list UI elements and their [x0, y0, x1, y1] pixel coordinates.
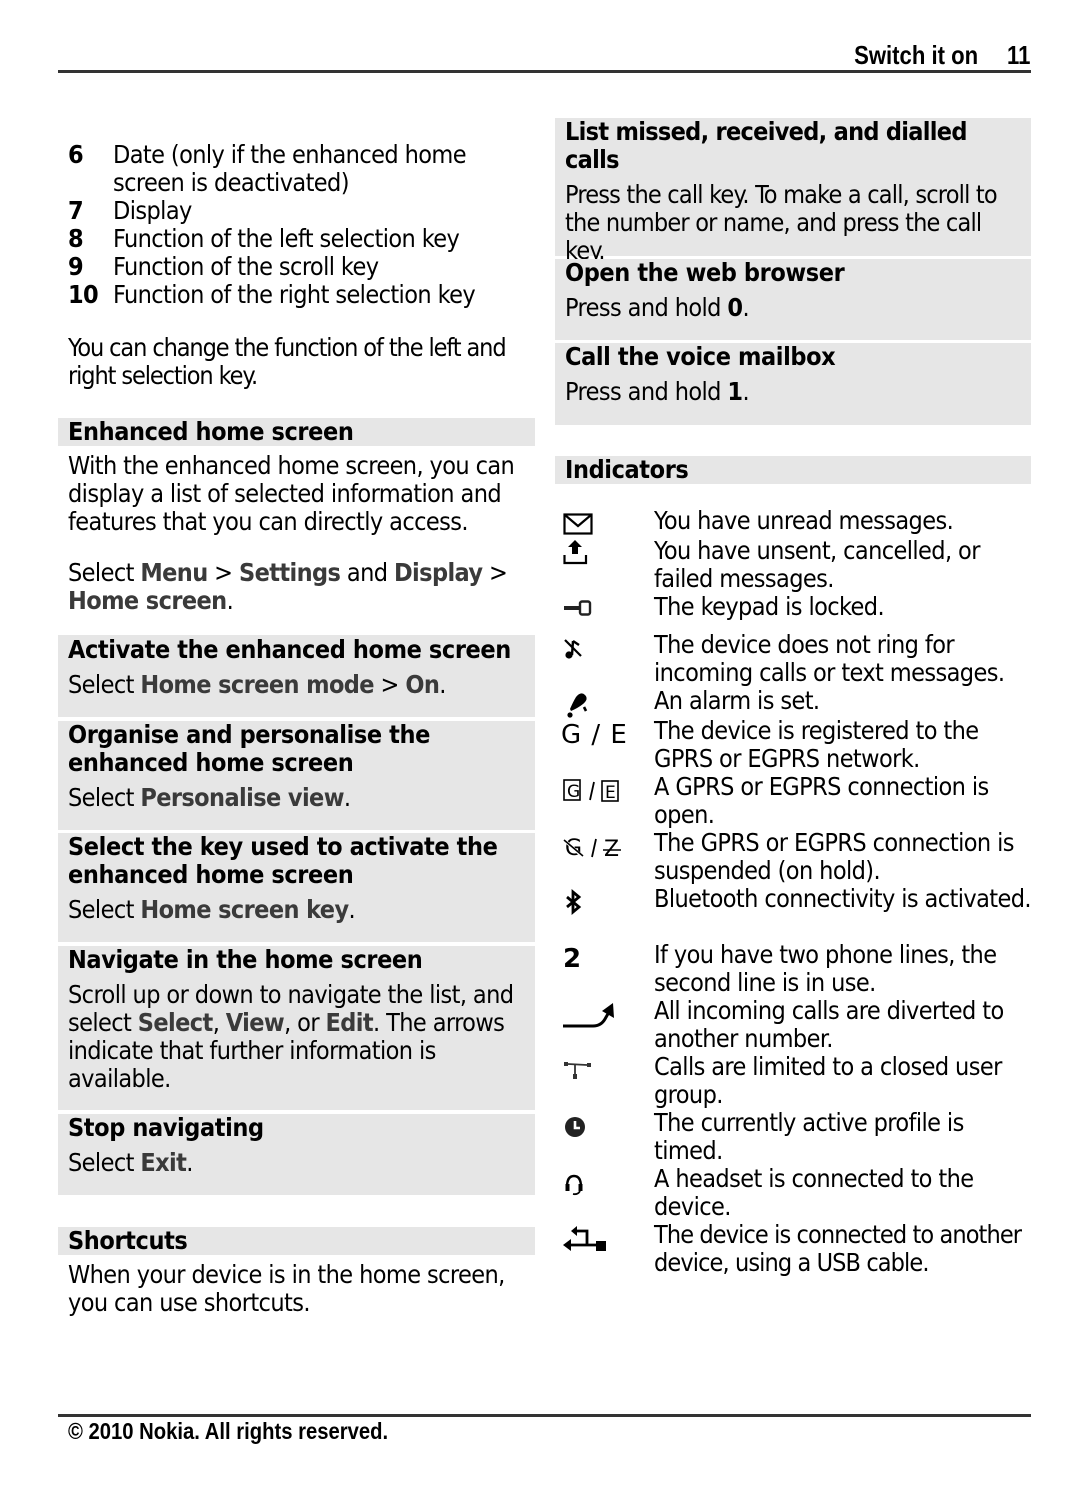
svg-text:G: G — [567, 782, 580, 802]
svg-text:Z: Z — [604, 837, 619, 861]
task-title: Activate the enhanced home screen — [68, 635, 511, 664]
timed-profile-icon — [563, 1109, 654, 1137]
display-link: Display — [393, 558, 483, 587]
gprs-egprs-open-icon: G E — [563, 773, 654, 803]
gprs-egprs-suspended-icon: G Z — [563, 829, 654, 861]
indicator-row: A headset is connected to the device. — [563, 1165, 1033, 1221]
task-box-voice-mailbox: Call the voice mailbox Press and hold 1. — [555, 343, 1031, 425]
list-item: 8 Function of the left selection key — [68, 224, 460, 253]
indicator-row: G Z The GPRS or EGPRS connection is susp… — [563, 829, 1033, 885]
shortcuts-description: When your device is in the home screen, … — [68, 1260, 505, 1317]
silent-note-icon — [563, 631, 654, 659]
task-title: Open the web browser — [565, 258, 845, 287]
running-header: Switch it on 11 — [854, 40, 1030, 71]
line-two-icon: 2 — [563, 944, 581, 974]
outbox-upload-icon — [563, 537, 654, 565]
indicator-row: G E A GPRS or EGPRS connection is open. — [563, 773, 1033, 829]
header-rule — [58, 70, 1031, 73]
call-divert-icon — [563, 997, 654, 1028]
indicator-row: All incoming calls are diverted to anoth… — [563, 997, 1033, 1053]
indicator-row: You have unsent, cancelled, or failed me… — [563, 537, 1033, 593]
key-one: 1 — [727, 377, 743, 406]
section-title: Switch it on — [853, 40, 978, 70]
task-instruction: Select Exit. — [68, 1148, 193, 1177]
task-box-organise: Organise and personalise the enhanced hom… — [58, 721, 535, 830]
headset-icon — [563, 1165, 654, 1196]
usb-icon — [563, 1221, 654, 1251]
change-note: You can change the function of the left … — [68, 333, 507, 390]
enhanced-description: With the enhanced home screen, you can d… — [68, 451, 515, 536]
task-title: List missed, received, and dialled calls — [565, 117, 967, 174]
indicator-row: Calls are limited to a closed user group… — [563, 1053, 1033, 1109]
task-box-navigate: Navigate in the home screen Scroll up or… — [58, 946, 535, 1110]
indicator-row: You have unread messages. — [563, 507, 1033, 535]
page-number: 11 — [1006, 40, 1030, 70]
footer-rule — [58, 1414, 1031, 1417]
section-heading-indicators: Indicators — [555, 456, 1031, 484]
list-item: 7 Display — [68, 196, 192, 225]
home-screen-link: Home screen — [68, 586, 227, 615]
svg-text:E: E — [605, 783, 615, 803]
copyright-footer: © 2010 Nokia. All rights reserved. — [68, 1418, 389, 1444]
task-instruction: Press and hold 0. — [565, 293, 750, 322]
task-box-select-key: Select the key used to activate the enhan… — [58, 833, 535, 942]
indicator-row: Bluetooth connectivity is activated. — [563, 885, 1033, 915]
menu-link: Menu — [140, 558, 208, 587]
indicator-row: An alarm is set. — [563, 687, 1033, 718]
task-box-stop: Stop navigating Select Exit. — [58, 1114, 535, 1195]
task-title: Navigate in the home screen — [68, 945, 423, 974]
indicator-row: The currently active profile is timed. — [563, 1109, 1033, 1165]
task-title: Select the key used to activate the enhan… — [68, 832, 498, 889]
envelope-icon — [563, 507, 654, 535]
settings-link: Settings — [238, 558, 341, 587]
indicator-row: The device does not ring for incoming ca… — [563, 631, 1033, 687]
menu-path: Select Menu > Settings and Display > Hom… — [68, 558, 508, 615]
task-instruction: Select Home screen key. — [68, 895, 356, 924]
task-instruction: Press and hold 1. — [565, 377, 750, 406]
section-heading-shortcuts: Shortcuts — [58, 1227, 535, 1255]
task-instruction: Scroll up or down to navigate the list, … — [68, 980, 514, 1093]
list-item: 9 Function of the scroll key — [68, 252, 379, 281]
section-heading-enhanced-home-screen: Enhanced home screen — [58, 418, 535, 446]
task-box-web-browser: Open the web browser Press and hold 0. — [555, 259, 1031, 340]
task-instruction: Press the call key. To make a call, scro… — [565, 180, 998, 265]
task-box-list-calls: List missed, received, and dialled calls… — [555, 117, 1031, 265]
indicator-row: G / E The device is registered to the GP… — [561, 716, 979, 773]
closed-user-group-icon — [563, 1053, 654, 1081]
task-box-activate: Activate the enhanced home screen Select… — [58, 635, 535, 717]
task-instruction: Select Home screen mode > On. — [68, 670, 446, 699]
list-item: 10 Function of the right selection key — [68, 280, 476, 309]
indicator-row: The device is connected to another devic… — [563, 1221, 1033, 1277]
key-lock-icon — [563, 593, 654, 621]
numbered-list: 6 Date (only if the enhanced home screen … — [68, 141, 538, 309]
alarm-bell-icon — [563, 687, 654, 718]
key-zero: 0 — [727, 293, 743, 322]
indicator-row: 2 If you have two phone lines, the secon… — [563, 940, 997, 997]
list-item: 6 Date (only if the enhanced home screen … — [68, 140, 467, 197]
bluetooth-icon — [563, 885, 654, 915]
indicator-row: The keypad is locked. — [563, 593, 1033, 621]
task-title: Organise and personalise the enhanced hom… — [68, 720, 430, 777]
task-title: Stop navigating — [68, 1113, 264, 1142]
task-title: Call the voice mailbox — [565, 342, 836, 371]
task-instruction: Select Personalise view. — [68, 783, 351, 812]
gprs-egprs-registered-icon: G / E — [561, 720, 628, 750]
